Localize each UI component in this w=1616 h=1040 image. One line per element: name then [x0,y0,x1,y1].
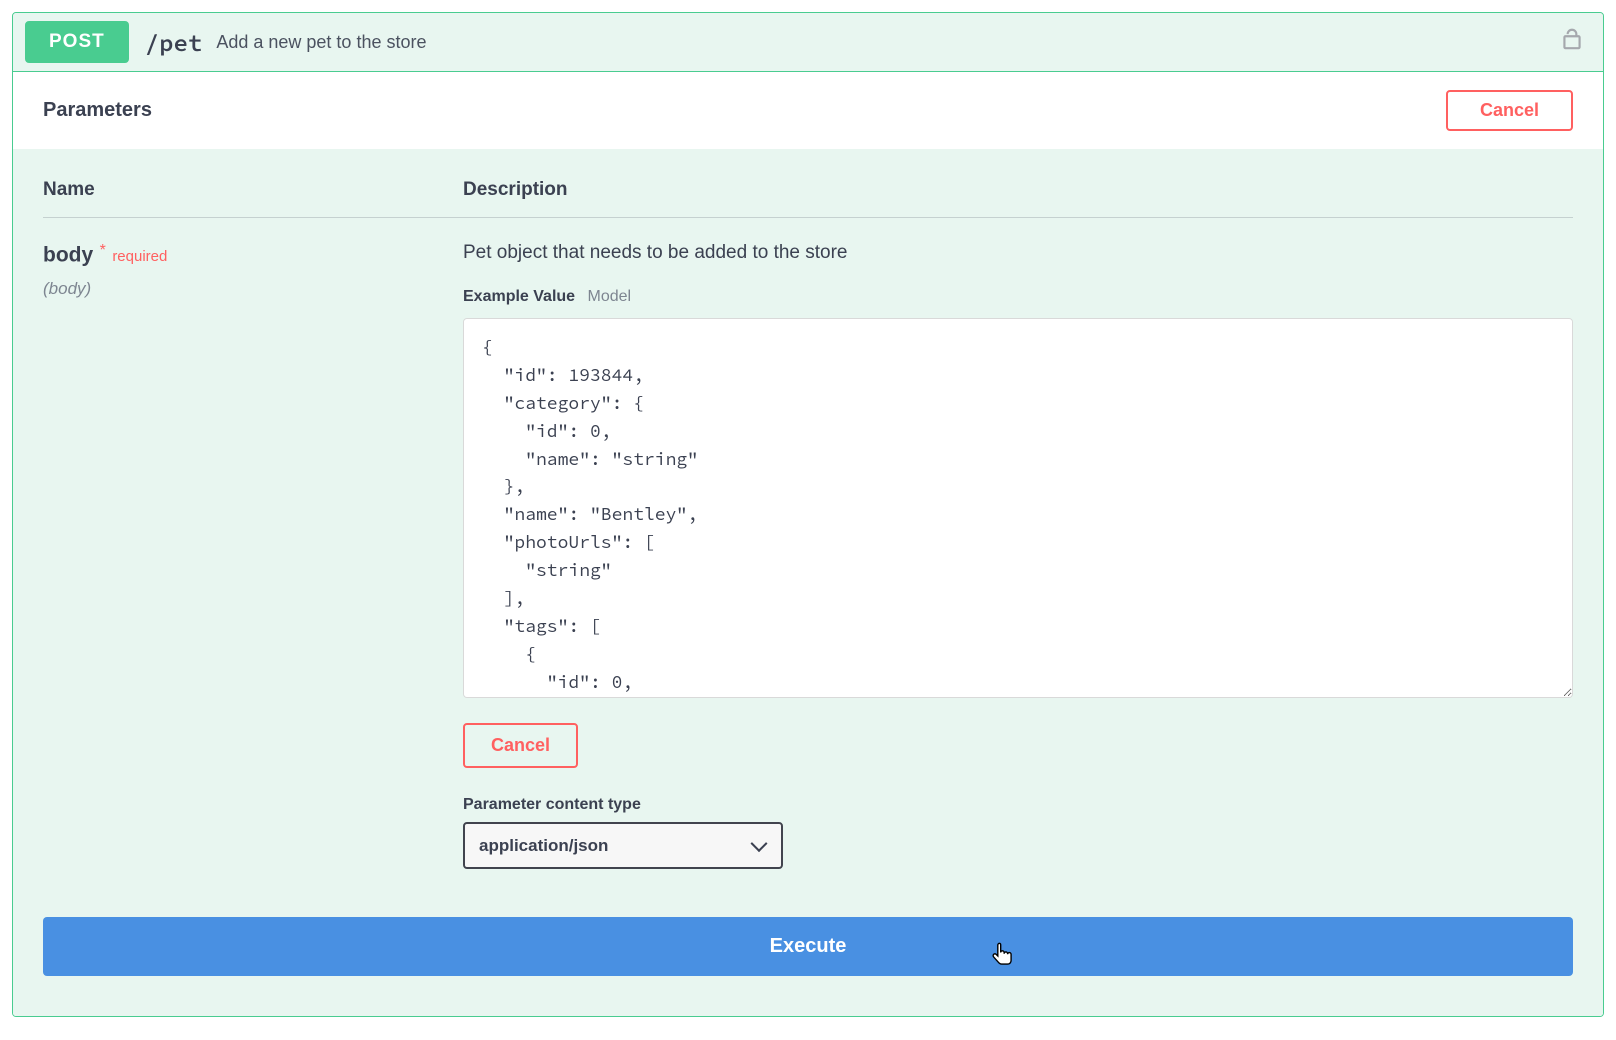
param-in: (body) [43,279,463,299]
opblock-post-pet: POST /pet Add a new pet to the store Par… [12,12,1604,1017]
column-name: Name [43,179,463,201]
required-star: * [100,242,106,259]
parameters-table: Name Description body * required (body) … [43,179,1573,869]
parameters-title: Parameters [43,99,152,122]
body-textarea[interactable] [463,318,1573,698]
tab-model[interactable]: Model [588,288,632,306]
content-type-block: Parameter content type application/json [463,796,1573,869]
cancel-button[interactable]: Cancel [1446,90,1573,131]
tab-example-value[interactable]: Example Value [463,288,575,306]
column-description: Description [463,179,1573,201]
required-label: required [112,248,167,265]
body-tabs: Example Value Model [463,288,1573,306]
param-name: body [43,243,93,266]
parameter-row: body * required (body) Pet object that n… [43,242,1573,869]
endpoint-path: /pet [145,27,203,58]
param-name-cell: body * required (body) [43,242,463,869]
content-type-select[interactable]: application/json [463,822,783,869]
parameters-table-header: Name Description [43,179,1573,218]
unlock-icon[interactable] [1559,27,1585,58]
content-type-label: Parameter content type [463,796,1573,814]
opblock-summary[interactable]: POST /pet Add a new pet to the store [13,13,1603,72]
parameters-header: Parameters Cancel [13,72,1603,149]
param-desc-cell: Pet object that needs to be added to the… [463,242,1573,869]
method-badge: POST [25,21,129,63]
opblock-body: Parameters Cancel Name Description body … [13,72,1603,1016]
endpoint-summary: Add a new pet to the store [216,32,426,53]
parameters-content: Name Description body * required (body) … [13,149,1603,1016]
cancel-body-button[interactable]: Cancel [463,723,578,768]
param-description: Pet object that needs to be added to the… [463,242,1573,264]
execute-button[interactable]: Execute [43,917,1573,976]
content-type-select-wrapper: application/json [463,822,783,869]
